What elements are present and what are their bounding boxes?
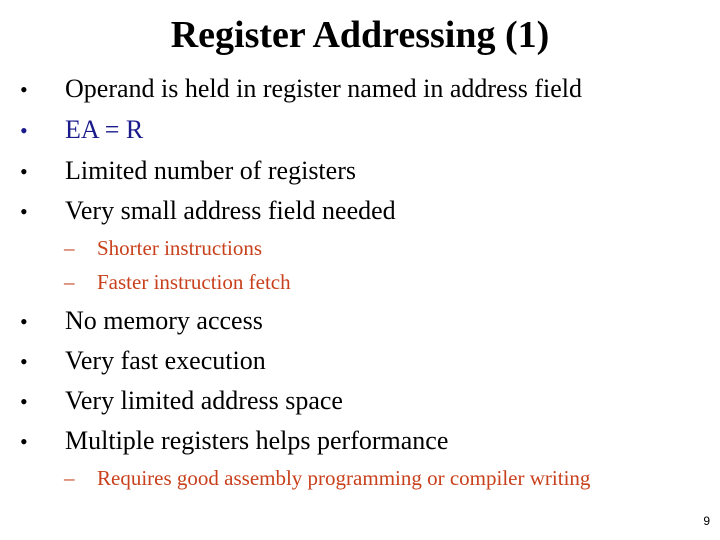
bullet-item: • Very small address field needed bbox=[20, 195, 396, 228]
bullet-item: • No memory access bbox=[20, 305, 263, 338]
bullet-icon: • bbox=[20, 77, 28, 102]
bullet-text: Very small address field needed bbox=[65, 196, 396, 225]
dash-icon: – bbox=[64, 236, 75, 260]
bullet-text: Very limited address space bbox=[65, 386, 343, 415]
bullet-text: No memory access bbox=[65, 306, 263, 335]
sub-bullet-item: – Shorter instructions bbox=[64, 235, 262, 261]
bullet-item: • Limited number of registers bbox=[20, 155, 356, 188]
bullet-text: Multiple registers helps performance bbox=[65, 426, 449, 455]
sub-bullet-item: – Faster instruction fetch bbox=[64, 269, 291, 295]
page-number: 9 bbox=[703, 514, 710, 528]
bullet-item: • Multiple registers helps performance bbox=[20, 425, 448, 458]
bullet-icon: • bbox=[20, 389, 28, 414]
sub-bullet-text: Shorter instructions bbox=[97, 236, 263, 260]
slide-title: Register Addressing (1) bbox=[170, 14, 550, 56]
bullet-text: Limited number of registers bbox=[65, 156, 356, 185]
sub-bullet-item: – Requires good assembly programming or c… bbox=[64, 465, 590, 491]
sub-bullet-text: Faster instruction fetch bbox=[97, 270, 291, 294]
bullet-item: • Operand is held in register named in ad… bbox=[20, 73, 582, 106]
sub-bullet-text: Requires good assembly programming or co… bbox=[97, 466, 591, 490]
bullet-icon: • bbox=[20, 199, 28, 224]
dash-icon: – bbox=[64, 270, 75, 294]
bullet-icon: • bbox=[20, 349, 28, 374]
bullet-icon: • bbox=[20, 118, 28, 143]
bullet-icon: • bbox=[20, 309, 28, 334]
bullet-text: Very fast execution bbox=[65, 346, 266, 375]
bullet-text: Operand is held in register named in add… bbox=[65, 74, 582, 103]
bullet-text: EA = R bbox=[65, 115, 144, 144]
bullet-item: • EA = R bbox=[20, 114, 143, 147]
bullet-icon: • bbox=[20, 159, 28, 184]
dash-icon: – bbox=[64, 466, 75, 490]
bullet-icon: • bbox=[20, 429, 28, 454]
bullet-item: • Very limited address space bbox=[20, 385, 343, 418]
bullet-item: • Very fast execution bbox=[20, 345, 266, 378]
